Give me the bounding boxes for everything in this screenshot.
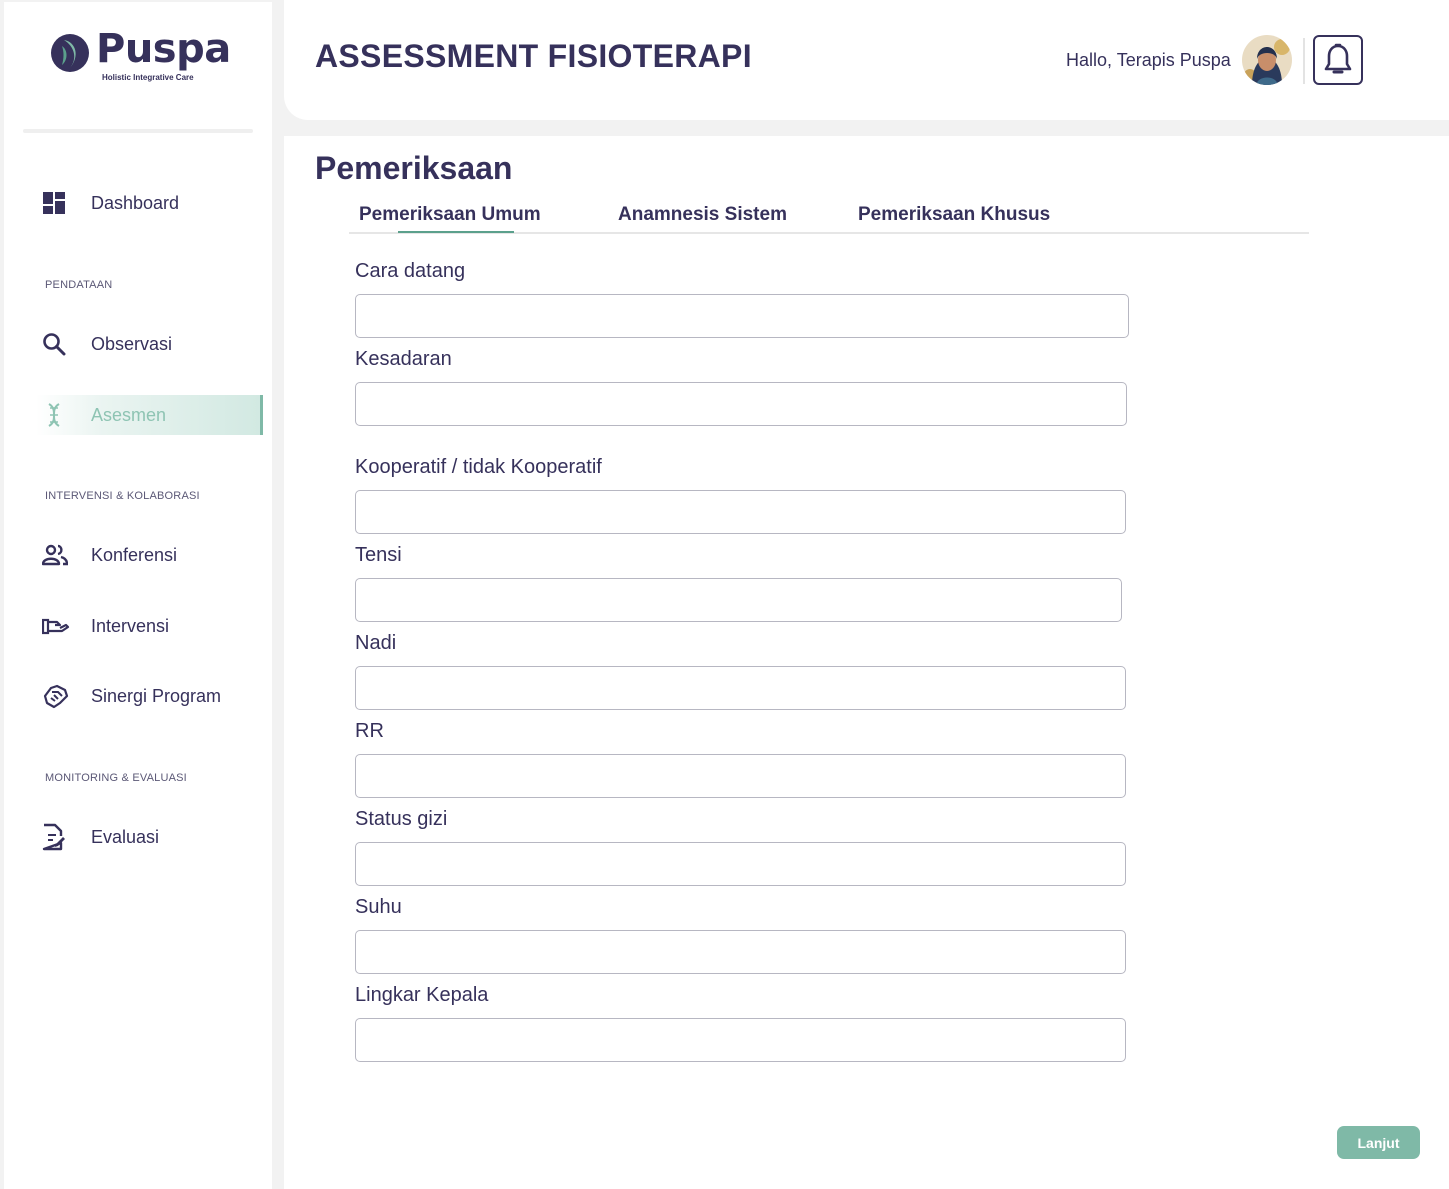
sidebar-item-asesmen[interactable]: Asesmen	[36, 395, 263, 435]
dna-icon	[36, 402, 78, 428]
people-icon	[36, 544, 78, 566]
next-button[interactable]: Lanjut	[1337, 1126, 1420, 1159]
sidebar-item-label: Asesmen	[91, 404, 167, 425]
user-greeting: Hallo, Terapis Puspa	[1066, 50, 1231, 70]
sidebar-item-label: Sinergi Program	[91, 685, 222, 706]
sidebar-item-evaluasi[interactable]: Evaluasi	[36, 817, 263, 857]
kooperatif-field[interactable]	[355, 490, 1126, 534]
sidebar-divider	[23, 129, 253, 133]
section-title-intervensi: INTERVENSI & KOLABORASI	[45, 490, 200, 502]
sidebar-item-label: Intervensi	[91, 615, 170, 636]
cara-datang-field[interactable]	[355, 294, 1129, 338]
sidebar-item-intervensi[interactable]: Intervensi	[36, 606, 263, 646]
kesadaran-field[interactable]	[355, 382, 1127, 426]
sidebar-item-label: Evaluasi	[91, 826, 160, 847]
tab-bar: Pemeriksaan Umum Anamnesis Sistem Pemeri…	[349, 200, 1309, 234]
sidebar-item-observasi[interactable]: Observasi	[36, 324, 263, 364]
sidebar-item-dashboard[interactable]: Dashboard	[36, 183, 263, 223]
edit-document-icon	[36, 823, 78, 851]
bell-icon	[1324, 43, 1352, 74]
notification-button[interactable]	[1313, 35, 1363, 85]
field-label-cara-datang: Cara datang	[355, 260, 466, 282]
sidebar-item-konferensi[interactable]: Konferensi	[36, 535, 263, 575]
field-label-status-gizi: Status gizi	[355, 808, 448, 830]
nadi-field[interactable]	[355, 666, 1126, 710]
field-label-tensi: Tensi	[355, 544, 402, 566]
page-header-title: ASSESSMENT FISIOTERAPI	[315, 38, 752, 74]
tab-anamnesis-sistem[interactable]: Anamnesis Sistem	[618, 204, 787, 226]
field-label-kooperatif: Kooperatif / tidak Kooperatif	[355, 456, 602, 478]
avatar[interactable]	[1242, 35, 1292, 85]
rr-field[interactable]	[355, 754, 1126, 798]
brand-logo[interactable]: Puspa Holistic Integrative Care	[50, 26, 231, 88]
dashboard-icon	[36, 191, 78, 215]
section-title: Pemeriksaan	[315, 150, 513, 186]
main-content: Pemeriksaan Pemeriksaan Umum Anamnesis S…	[284, 136, 1449, 1189]
field-label-rr: RR	[355, 720, 384, 742]
top-header: ASSESSMENT FISIOTERAPI Hallo, Terapis Pu…	[284, 0, 1449, 120]
sidebar-item-sinergi-program[interactable]: Sinergi Program	[36, 676, 263, 716]
section-title-pendataan: PENDATAAN	[45, 279, 113, 291]
field-label-kesadaran: Kesadaran	[355, 348, 452, 370]
active-tab-indicator	[398, 231, 514, 233]
puspa-logo-icon	[51, 34, 89, 72]
status-gizi-field[interactable]	[355, 842, 1126, 886]
section-title-monitoring: MONITORING & EVALUASI	[45, 772, 187, 784]
field-label-nadi: Nadi	[355, 632, 397, 654]
handshake-icon	[36, 683, 78, 709]
search-icon	[36, 332, 78, 356]
sidebar-item-label: Dashboard	[91, 192, 180, 213]
hand-icon	[36, 616, 78, 636]
tab-pemeriksaan-khusus[interactable]: Pemeriksaan Khusus	[858, 204, 1050, 226]
tab-pemeriksaan-umum[interactable]: Pemeriksaan Umum	[359, 204, 541, 226]
field-label-lingkar-kepala: Lingkar Kepala	[355, 984, 489, 1006]
brand-name: Puspa	[96, 26, 231, 72]
sidebar-item-label: Konferensi	[91, 544, 178, 565]
tensi-field[interactable]	[355, 578, 1122, 622]
suhu-field[interactable]	[355, 930, 1126, 974]
field-label-suhu: Suhu	[355, 896, 402, 918]
header-divider	[1303, 38, 1305, 84]
sidebar: Puspa Holistic Integrative Care Dashboar…	[4, 2, 272, 1189]
sidebar-item-label: Observasi	[91, 333, 173, 354]
lingkar-kepala-field[interactable]	[355, 1018, 1126, 1062]
brand-tagline: Holistic Integrative Care	[102, 73, 194, 82]
